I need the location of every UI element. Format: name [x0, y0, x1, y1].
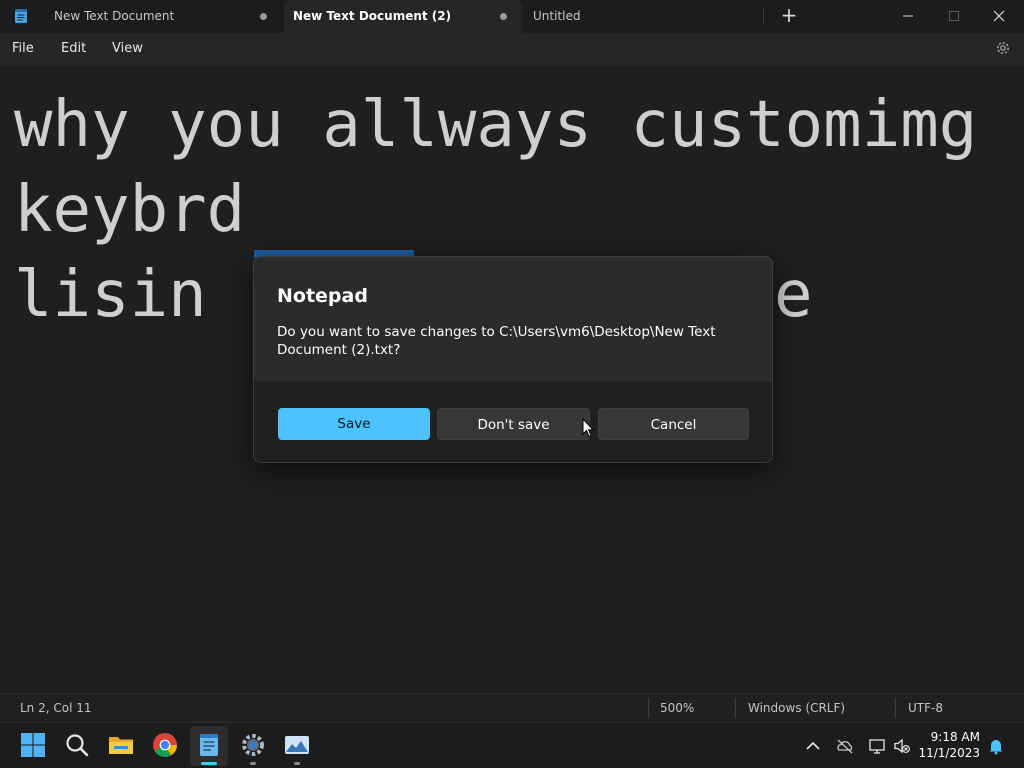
tab-label: Untitled [533, 9, 581, 23]
tab-untitled[interactable]: Untitled [533, 0, 763, 33]
active-app-indicator [201, 762, 217, 765]
save-changes-dialog: Notepad Do you want to save changes to C… [253, 256, 773, 463]
dialog-message: Do you want to save changes to C:\Users\… [277, 324, 716, 358]
minimize-button[interactable] [885, 0, 931, 33]
running-app-indicator [294, 762, 300, 765]
title-bar: New Text Document New Text Document (2) … [0, 0, 1024, 33]
editor-line-2: keybrd [14, 173, 246, 247]
unsaved-dot-icon [500, 13, 507, 20]
network-icon[interactable] [868, 737, 886, 755]
chevron-up-icon[interactable] [804, 737, 822, 755]
zoom-level[interactable]: 500% [660, 701, 694, 715]
dont-save-button[interactable]: Don't save [437, 408, 590, 440]
cursor-position: Ln 2, Col 11 [20, 701, 92, 715]
close-button[interactable] [976, 0, 1022, 33]
maximize-button[interactable] [931, 0, 977, 33]
clock-date: 11/1/2023 [918, 746, 980, 760]
status-divider [648, 698, 649, 718]
status-divider [895, 698, 896, 718]
minimize-icon [903, 15, 913, 17]
windows-start-icon[interactable] [20, 732, 46, 758]
tab-new-text-document-2[interactable]: New Text Document (2) [284, 0, 522, 33]
menu-file[interactable]: File [12, 41, 34, 56]
tab-label: New Text Document [54, 9, 175, 23]
notification-bell-icon[interactable] [987, 737, 1005, 755]
encoding[interactable]: UTF-8 [908, 701, 943, 715]
save-button[interactable]: Save [278, 408, 430, 440]
tab-label: New Text Document (2) [293, 9, 452, 23]
file-explorer-icon[interactable] [108, 732, 134, 758]
settings-gear-icon[interactable] [995, 40, 1011, 56]
line-ending[interactable]: Windows (CRLF) [748, 701, 845, 715]
clock-time: 9:18 AM [930, 730, 980, 744]
editor-line-1: why you allways customimg [14, 88, 978, 162]
mouse-cursor-icon [582, 418, 594, 438]
dialog-button-bar: Save Don't save Cancel [254, 382, 772, 462]
onedrive-offline-icon[interactable] [836, 737, 854, 755]
tab-new-text-document[interactable]: New Text Document [54, 0, 284, 33]
maximize-icon [949, 11, 959, 21]
menu-bar: File Edit View [0, 33, 1024, 65]
settings-icon[interactable] [240, 732, 266, 758]
cancel-button[interactable]: Cancel [598, 408, 749, 440]
tab-divider [763, 8, 764, 25]
running-app-indicator [250, 762, 256, 765]
search-icon[interactable] [64, 732, 90, 758]
chrome-icon[interactable] [152, 732, 178, 758]
status-divider [735, 698, 736, 718]
new-tab-button[interactable]: + [766, 0, 812, 33]
dialog-title: Notepad [277, 285, 368, 307]
notepad-app-icon [15, 9, 27, 23]
editor-line-3-tail: e [774, 258, 813, 332]
close-icon [993, 10, 1005, 22]
status-bar: Ln 2, Col 11 500% Windows (CRLF) UTF-8 [0, 693, 1024, 721]
editor-line-3: lisin [14, 258, 207, 332]
volume-muted-icon[interactable] [893, 737, 911, 755]
clock[interactable]: 9:18 AM 11/1/2023 [918, 729, 980, 761]
unsaved-dot-icon [260, 13, 267, 20]
menu-edit[interactable]: Edit [61, 41, 86, 56]
taskbar: 9:18 AM 11/1/2023 [0, 722, 1024, 768]
photos-icon[interactable] [284, 732, 310, 758]
menu-view[interactable]: View [112, 41, 143, 56]
notepad-icon[interactable] [196, 732, 222, 758]
